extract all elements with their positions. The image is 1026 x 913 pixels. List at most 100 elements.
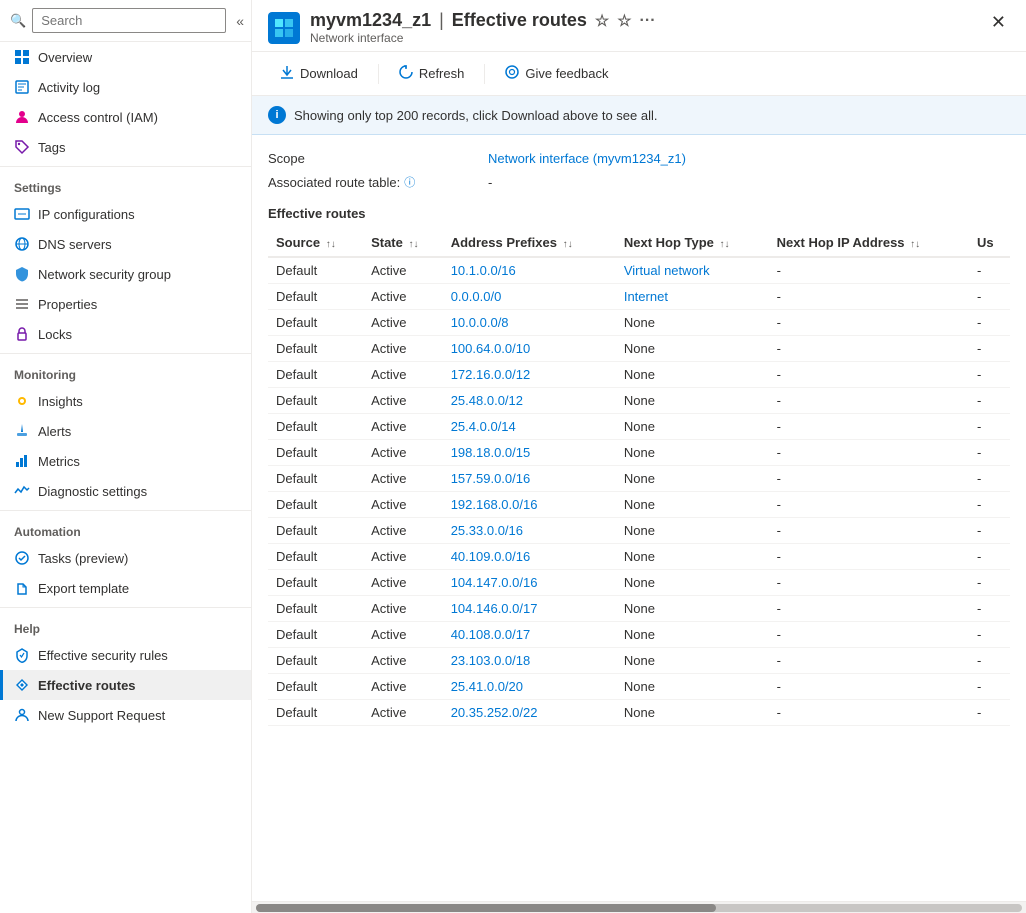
cell-hop-ip: - [769, 388, 969, 414]
cell-hop-type: None [616, 596, 769, 622]
col-source[interactable]: Source ↑↓ [268, 229, 363, 257]
cell-address: 192.168.0.0/16 [443, 492, 616, 518]
close-button[interactable]: ✕ [985, 10, 1012, 35]
sidebar-item-ip-config[interactable]: IP configurations [0, 199, 251, 229]
table-body: Default Active 10.1.0.0/16 Virtual netwo… [268, 257, 1010, 726]
cell-us: - [969, 492, 1010, 518]
sidebar-item-label-tags: Tags [38, 140, 65, 155]
cell-source: Default [268, 700, 363, 726]
cell-hop-ip: - [769, 440, 969, 466]
sidebar-item-tags[interactable]: Tags [0, 132, 251, 162]
sidebar-item-iam[interactable]: Access control (IAM) [0, 102, 251, 132]
cell-source: Default [268, 257, 363, 284]
cell-hop-ip: - [769, 336, 969, 362]
sidebar-item-label-tasks: Tasks (preview) [38, 551, 128, 566]
cell-source: Default [268, 596, 363, 622]
cell-source: Default [268, 440, 363, 466]
cell-us: - [969, 310, 1010, 336]
star-icon[interactable]: ☆ [595, 11, 609, 31]
sidebar-item-label-insights: Insights [38, 394, 83, 409]
sidebar-item-insights[interactable]: Insights [0, 386, 251, 416]
activity-log-icon [14, 79, 30, 95]
cell-source: Default [268, 544, 363, 570]
sidebar-item-activity-log[interactable]: Activity log [0, 72, 251, 102]
sort-address-icon[interactable]: ↑↓ [563, 239, 573, 250]
sidebar-item-diagnostic[interactable]: Diagnostic settings [0, 476, 251, 506]
insights-icon [14, 393, 30, 409]
horizontal-scrollbar[interactable] [252, 901, 1026, 913]
sidebar-item-properties[interactable]: Properties [0, 289, 251, 319]
cell-source: Default [268, 414, 363, 440]
sort-hop-type-icon[interactable]: ↑↓ [720, 239, 730, 250]
cell-us: - [969, 362, 1010, 388]
cell-state: Active [363, 414, 443, 440]
route-table-info-icon[interactable]: ⓘ [404, 174, 415, 190]
cell-hop-type[interactable]: Virtual network [616, 257, 769, 284]
cell-hop-ip: - [769, 310, 969, 336]
cell-address: 20.35.252.0/22 [443, 700, 616, 726]
sidebar-item-locks[interactable]: Locks [0, 319, 251, 349]
search-input[interactable] [32, 8, 226, 33]
sidebar-item-metrics[interactable]: Metrics [0, 446, 251, 476]
feedback-button[interactable]: Give feedback [493, 60, 620, 87]
refresh-button[interactable]: Refresh [387, 60, 477, 87]
diagnostic-icon [14, 483, 30, 499]
sort-state-icon[interactable]: ↑↓ [408, 239, 418, 250]
cell-us: - [969, 336, 1010, 362]
cell-hop-type: None [616, 700, 769, 726]
cell-hop-type: None [616, 622, 769, 648]
sidebar-item-export[interactable]: Export template [0, 573, 251, 603]
sidebar-item-tasks[interactable]: Tasks (preview) [0, 543, 251, 573]
cell-hop-ip: - [769, 284, 969, 310]
sec-rules-icon [14, 647, 30, 663]
cell-address[interactable]: 10.1.0.0/16 [443, 257, 616, 284]
feedback-icon [505, 65, 519, 82]
table-header-row: Source ↑↓ State ↑↓ Address Prefixes ↑↓ [268, 229, 1010, 257]
refresh-icon [399, 65, 413, 82]
sort-source-icon[interactable]: ↑↓ [326, 239, 336, 250]
toolbar-divider-2 [484, 64, 485, 84]
scroll-track[interactable] [256, 904, 1022, 912]
table-row: Default Active 104.146.0.0/17 None - - [268, 596, 1010, 622]
resource-name: myvm1234_z1 [310, 10, 431, 31]
table-row: Default Active 25.4.0.0/14 None - - [268, 414, 1010, 440]
info-banner: i Showing only top 200 records, click Do… [252, 96, 1026, 135]
table-row: Default Active 20.35.252.0/22 None - - [268, 700, 1010, 726]
cell-address[interactable]: 10.0.0.0/8 [443, 310, 616, 336]
sidebar-item-eff-routes[interactable]: Effective routes [0, 670, 251, 700]
scroll-thumb[interactable] [256, 904, 716, 912]
col-hop-ip[interactable]: Next Hop IP Address ↑↓ [769, 229, 969, 257]
sidebar-item-label-ip-config: IP configurations [38, 207, 135, 222]
more-options-icon[interactable]: ··· [640, 12, 656, 30]
cell-us: - [969, 388, 1010, 414]
cell-hop-type[interactable]: Internet [616, 284, 769, 310]
sidebar-item-label-overview: Overview [38, 50, 92, 65]
col-us[interactable]: Us [969, 229, 1010, 257]
col-hop-type[interactable]: Next Hop Type ↑↓ [616, 229, 769, 257]
cell-us: - [969, 284, 1010, 310]
star-outline-icon[interactable]: ☆ [617, 11, 631, 31]
tasks-icon [14, 550, 30, 566]
sidebar-item-support[interactable]: New Support Request [0, 700, 251, 730]
cell-us: - [969, 544, 1010, 570]
download-button[interactable]: Download [268, 60, 370, 87]
table-row: Default Active 192.168.0.0/16 None - - [268, 492, 1010, 518]
section-help: Help [0, 607, 251, 640]
scope-value[interactable]: Network interface (myvm1234_z1) [488, 151, 686, 166]
download-icon [280, 65, 294, 82]
section-settings: Settings [0, 166, 251, 199]
sidebar-item-nsg[interactable]: Network security group [0, 259, 251, 289]
cell-source: Default [268, 466, 363, 492]
col-state[interactable]: State ↑↓ [363, 229, 443, 257]
collapse-sidebar-button[interactable]: « [232, 11, 248, 31]
sidebar-item-dns[interactable]: DNS servers [0, 229, 251, 259]
col-address[interactable]: Address Prefixes ↑↓ [443, 229, 616, 257]
cell-address[interactable]: 0.0.0.0/0 [443, 284, 616, 310]
sidebar-item-sec-rules[interactable]: Effective security rules [0, 640, 251, 670]
cell-us: - [969, 700, 1010, 726]
sidebar-item-alerts[interactable]: Alerts [0, 416, 251, 446]
title-block: myvm1234_z1 | Effective routes ☆ ☆ ··· N… [310, 10, 1010, 45]
cell-source: Default [268, 388, 363, 414]
sidebar-item-overview[interactable]: Overview [0, 42, 251, 72]
sort-hop-ip-icon[interactable]: ↑↓ [910, 239, 920, 250]
